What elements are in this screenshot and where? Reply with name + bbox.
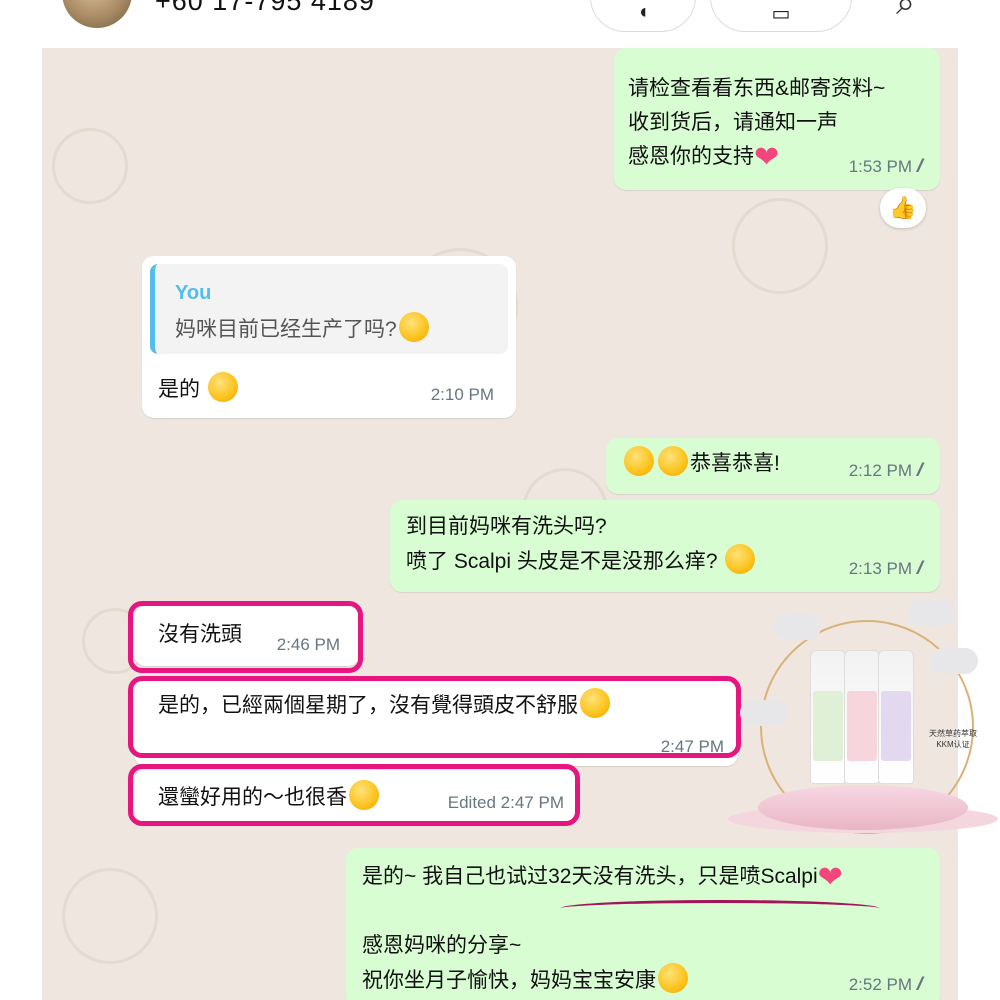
cloud-shape [930,648,978,674]
heart-icon: ❤ [817,861,843,894]
message-bubble-outgoing[interactable]: 是的~ 我自己也试过32天没有洗头，只是喷Scalpi❤ 感恩妈咪的分享~ 祝你… [346,848,940,1000]
message-text: 收到货后，请通知一声 [628,111,838,134]
product-image: 天然草药萃取 KKM认证 [718,600,1000,840]
message-bubble-outgoing[interactable]: 到目前妈咪有洗头吗? 喷了 Scalpi 头皮是不是没那么痒? 2:13 PM/… [390,500,940,592]
contact-phone[interactable]: +60 17-795 4189 [155,0,375,17]
bottle-label [881,691,911,761]
message-meta: 2:12 PM// [848,453,924,488]
decorative-underline [560,900,880,917]
chat-area[interactable]: 请检查看看东西&邮寄资料~ 收到货后，请通知一声 感恩你的支持❤ 1:53 PM… [42,48,958,1000]
kissing-emoji-icon [624,446,654,476]
scalpi-bottle [810,650,846,784]
message-text: 是的~ 我自己也试过32天没有洗头，只是喷Scalpi [362,865,818,888]
kissing-emoji-icon [658,446,688,476]
wallpaper-doodle [52,128,128,204]
message-text: 祝你坐月子愉快，妈妈宝宝安康 [362,969,656,992]
smile-emoji-icon [398,312,429,342]
certification-label: 天然草药萃取 KKM认证 [923,728,983,750]
scalpi-bottle [878,650,914,784]
cloud-shape [740,700,788,726]
contact-avatar[interactable] [62,0,132,28]
bottle-label [847,691,877,761]
bottle-label [813,691,843,761]
blush-emoji-icon [207,372,238,402]
highlight-box [128,676,741,758]
cert-line-1: 天然草药萃取 [929,729,977,738]
quoted-text-row: 妈咪目前已经生产了吗? [175,312,431,347]
cloud-shape [773,614,821,640]
quoted-author: You [175,282,212,304]
message-time: 2:10 PM [430,385,494,404]
message-text: 到目前妈咪有洗头吗? [406,515,607,538]
message-text-row: 是的 [158,372,240,407]
highlight-box [128,601,363,673]
quoted-text: 妈咪目前已经生产了吗? [175,318,397,341]
quoted-message[interactable]: You 妈咪目前已经生产了吗? [150,264,508,354]
message-bubble-incoming[interactable]: You 妈咪目前已经生产了吗? 是的 2:10 PM [142,256,516,418]
smile-emoji-icon [658,963,688,993]
message-text-line: 感恩你的支持 [628,145,754,168]
highlight-box [128,764,580,826]
message-text: 请检查看看东西&邮寄资料~ [628,77,886,100]
product-podium [758,785,968,830]
search-icon[interactable]: ⌕ [896,0,915,23]
message-bubble-outgoing[interactable]: 恭喜恭喜! 2:12 PM// [606,438,940,494]
message-meta: 1:53 PM// [848,149,924,184]
message-bubble-outgoing[interactable]: 请检查看看东西&邮寄资料~ 收到货后，请通知一声 感恩你的支持❤ 1:53 PM… [614,48,940,190]
scalpi-bottle [844,650,880,784]
phone-icon: ▭ [771,3,791,25]
smile-emoji-icon [725,544,756,574]
message-meta: 2:52 PM// [848,967,924,1000]
message-meta: 2:10 PM [431,378,494,412]
message-text-row: 恭喜恭喜! [622,446,780,481]
message-text: 喷了 Scalpi 头皮是不是没那么痒? [406,550,718,573]
message-time: 2:13 PM [848,559,912,578]
message-time: 1:53 PM [848,157,912,176]
cert-line-2: KKM认证 [936,740,970,749]
voice-call-button[interactable]: ▭ [710,0,852,32]
message-text-row: 祝你坐月子愉快，妈妈宝宝安康 [362,963,924,998]
chat-header: +60 17-795 4189 ◖ ▭ ⌕ [0,0,1000,48]
message-time: 2:12 PM [848,461,912,480]
message-text-row: 喷了 Scalpi 头皮是不是没那么痒? [406,544,924,579]
video-icon: ◖ [636,1,650,23]
message-text: 恭喜恭喜! [690,452,780,475]
reaction-thumbs-up-icon[interactable]: 👍 [880,188,926,228]
cloud-shape [908,600,956,626]
wallpaper-doodle [732,198,828,294]
heart-icon: ❤ [754,141,780,174]
wallpaper-doodle [62,868,158,964]
message-text: 是的 [158,378,200,401]
message-time: 2:52 PM [848,975,912,994]
message-text: 感恩妈咪的分享~ [362,934,522,957]
message-meta: 2:13 PM// [848,551,924,586]
message-text-row: 是的~ 我自己也试过32天没有洗头，只是喷Scalpi❤ [362,860,924,895]
video-call-button[interactable]: ◖ [590,0,696,32]
